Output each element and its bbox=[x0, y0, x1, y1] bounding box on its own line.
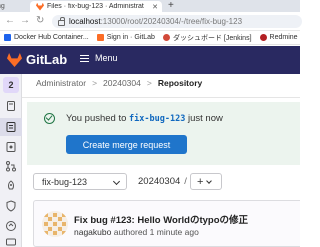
last-commit-card: Fix bug #123: Hello Worldのtypoの修正 nagaku… bbox=[33, 200, 300, 247]
browser-tab-active[interactable]: Files · fix-bug-123 · Administrat ✕ bbox=[30, 1, 162, 12]
add-to-tree-button[interactable]: + bbox=[190, 173, 222, 190]
bookmark-label: Docker Hub Container... bbox=[14, 34, 89, 41]
alert-suffix: just now bbox=[185, 113, 223, 124]
hamburger-icon bbox=[80, 54, 89, 62]
commit-author[interactable]: nagakubo bbox=[74, 227, 111, 237]
alert-prefix: You pushed to bbox=[66, 113, 130, 124]
reload-icon[interactable]: ↻ bbox=[36, 15, 44, 27]
breadcrumb-project[interactable]: 20240304 bbox=[103, 78, 141, 88]
breadcrumb: Administrator > 20240304 > Repository bbox=[36, 78, 202, 88]
repository-icon[interactable] bbox=[5, 121, 17, 133]
commit-action: authored bbox=[113, 227, 148, 237]
browser-nav-bar: ← → ↻ localhost:13000/root/20240304/-/tr… bbox=[0, 12, 302, 31]
alert-message: You pushed to fix-bug-123 just now bbox=[66, 113, 223, 124]
branch-selector-value: fix-bug-123 bbox=[42, 176, 88, 187]
bookmark-label: Sign in · GitLab bbox=[106, 34, 155, 41]
bookmark-jenkins[interactable]: ダッシュボード [Jenkins] bbox=[162, 33, 252, 43]
gitlab-brand[interactable]: GitLab bbox=[26, 52, 67, 67]
browser-tab-strip: ng Files · fix-bug-123 · Administrat ✕ + bbox=[0, 0, 300, 12]
redmine-icon bbox=[259, 34, 267, 41]
bookmark-docker-hub[interactable]: Docker Hub Container... bbox=[4, 34, 89, 41]
browser-tab-previous[interactable]: ng bbox=[0, 1, 27, 12]
menu-label: Menu bbox=[95, 53, 118, 63]
security-shield-icon[interactable] bbox=[5, 200, 17, 212]
bookmark-gitlab[interactable]: Sign in · GitLab bbox=[96, 34, 155, 41]
bookmark-redmine[interactable]: Redmine bbox=[259, 34, 298, 41]
header-divider bbox=[22, 97, 300, 98]
deployments-icon[interactable] bbox=[5, 220, 17, 232]
gitlab-icon bbox=[96, 34, 104, 41]
breadcrumb-separator: > bbox=[146, 78, 152, 88]
chevron-down-icon bbox=[206, 177, 213, 184]
address-bar[interactable]: localhost:13000/root/20240304/-/tree/fix… bbox=[52, 15, 302, 28]
breadcrumb-repository[interactable]: Repository bbox=[158, 78, 202, 88]
cicd-rocket-icon[interactable] bbox=[5, 180, 17, 192]
commit-time: 1 minute ago bbox=[149, 227, 199, 237]
plus-icon: + bbox=[197, 175, 204, 188]
monitor-icon[interactable] bbox=[5, 237, 17, 247]
create-merge-request-button[interactable]: Create merge request bbox=[66, 135, 187, 154]
url-path: :13000/root/20240304/-/tree/fix-bug-123 bbox=[100, 17, 243, 26]
project-sidebar: 2 bbox=[0, 74, 22, 247]
bookmark-label: Redmine bbox=[269, 34, 298, 41]
docker-icon bbox=[4, 34, 11, 41]
gitlab-favicon-icon bbox=[36, 2, 44, 11]
author-avatar[interactable] bbox=[42, 211, 68, 237]
issues-icon[interactable] bbox=[5, 141, 17, 153]
gitlab-logo-icon[interactable] bbox=[7, 53, 22, 67]
jenkins-icon bbox=[162, 34, 170, 41]
breadcrumb-administrator[interactable]: Administrator bbox=[36, 78, 86, 88]
bookmarks-bar: Docker Hub Container... Sign in · GitLab… bbox=[0, 31, 300, 45]
check-circle-icon bbox=[44, 113, 55, 124]
project-avatar[interactable]: 2 bbox=[3, 77, 19, 93]
branch-selector[interactable]: fix-bug-123 bbox=[33, 173, 127, 190]
alert-branch-name[interactable]: fix-bug-123 bbox=[129, 114, 185, 124]
url-host: localhost bbox=[69, 17, 101, 26]
close-tab-icon[interactable]: ✕ bbox=[152, 3, 158, 11]
push-success-alert: You pushed to fix-bug-123 just now Creat… bbox=[27, 102, 300, 165]
commit-meta: nagakubo authored 1 minute ago bbox=[74, 227, 199, 237]
menu-button[interactable]: Menu bbox=[80, 53, 118, 63]
new-tab-button[interactable]: + bbox=[168, 0, 174, 12]
gitlab-top-bar: GitLab Menu bbox=[0, 46, 300, 74]
forward-arrow-icon[interactable]: → bbox=[20, 15, 30, 27]
breadcrumb-separator: > bbox=[92, 78, 98, 88]
back-arrow-icon[interactable]: ← bbox=[5, 15, 15, 27]
merge-request-icon[interactable] bbox=[5, 160, 17, 172]
browser-tab-previous-label: ng bbox=[0, 3, 5, 10]
path-root[interactable]: 20240304 bbox=[138, 176, 180, 187]
path-separator: / bbox=[184, 176, 187, 187]
commit-title[interactable]: Fix bug #123: Hello Worldのtypoの修正 bbox=[74, 212, 248, 226]
lock-icon bbox=[58, 16, 65, 26]
project-overview-icon[interactable] bbox=[5, 100, 17, 112]
chevron-down-icon bbox=[112, 177, 121, 186]
browser-tab-title: Files · fix-bug-123 · Administrat bbox=[47, 3, 144, 10]
repository-path: 20240304 / bbox=[138, 176, 187, 187]
bookmark-label: ダッシュボード [Jenkins] bbox=[172, 34, 252, 42]
